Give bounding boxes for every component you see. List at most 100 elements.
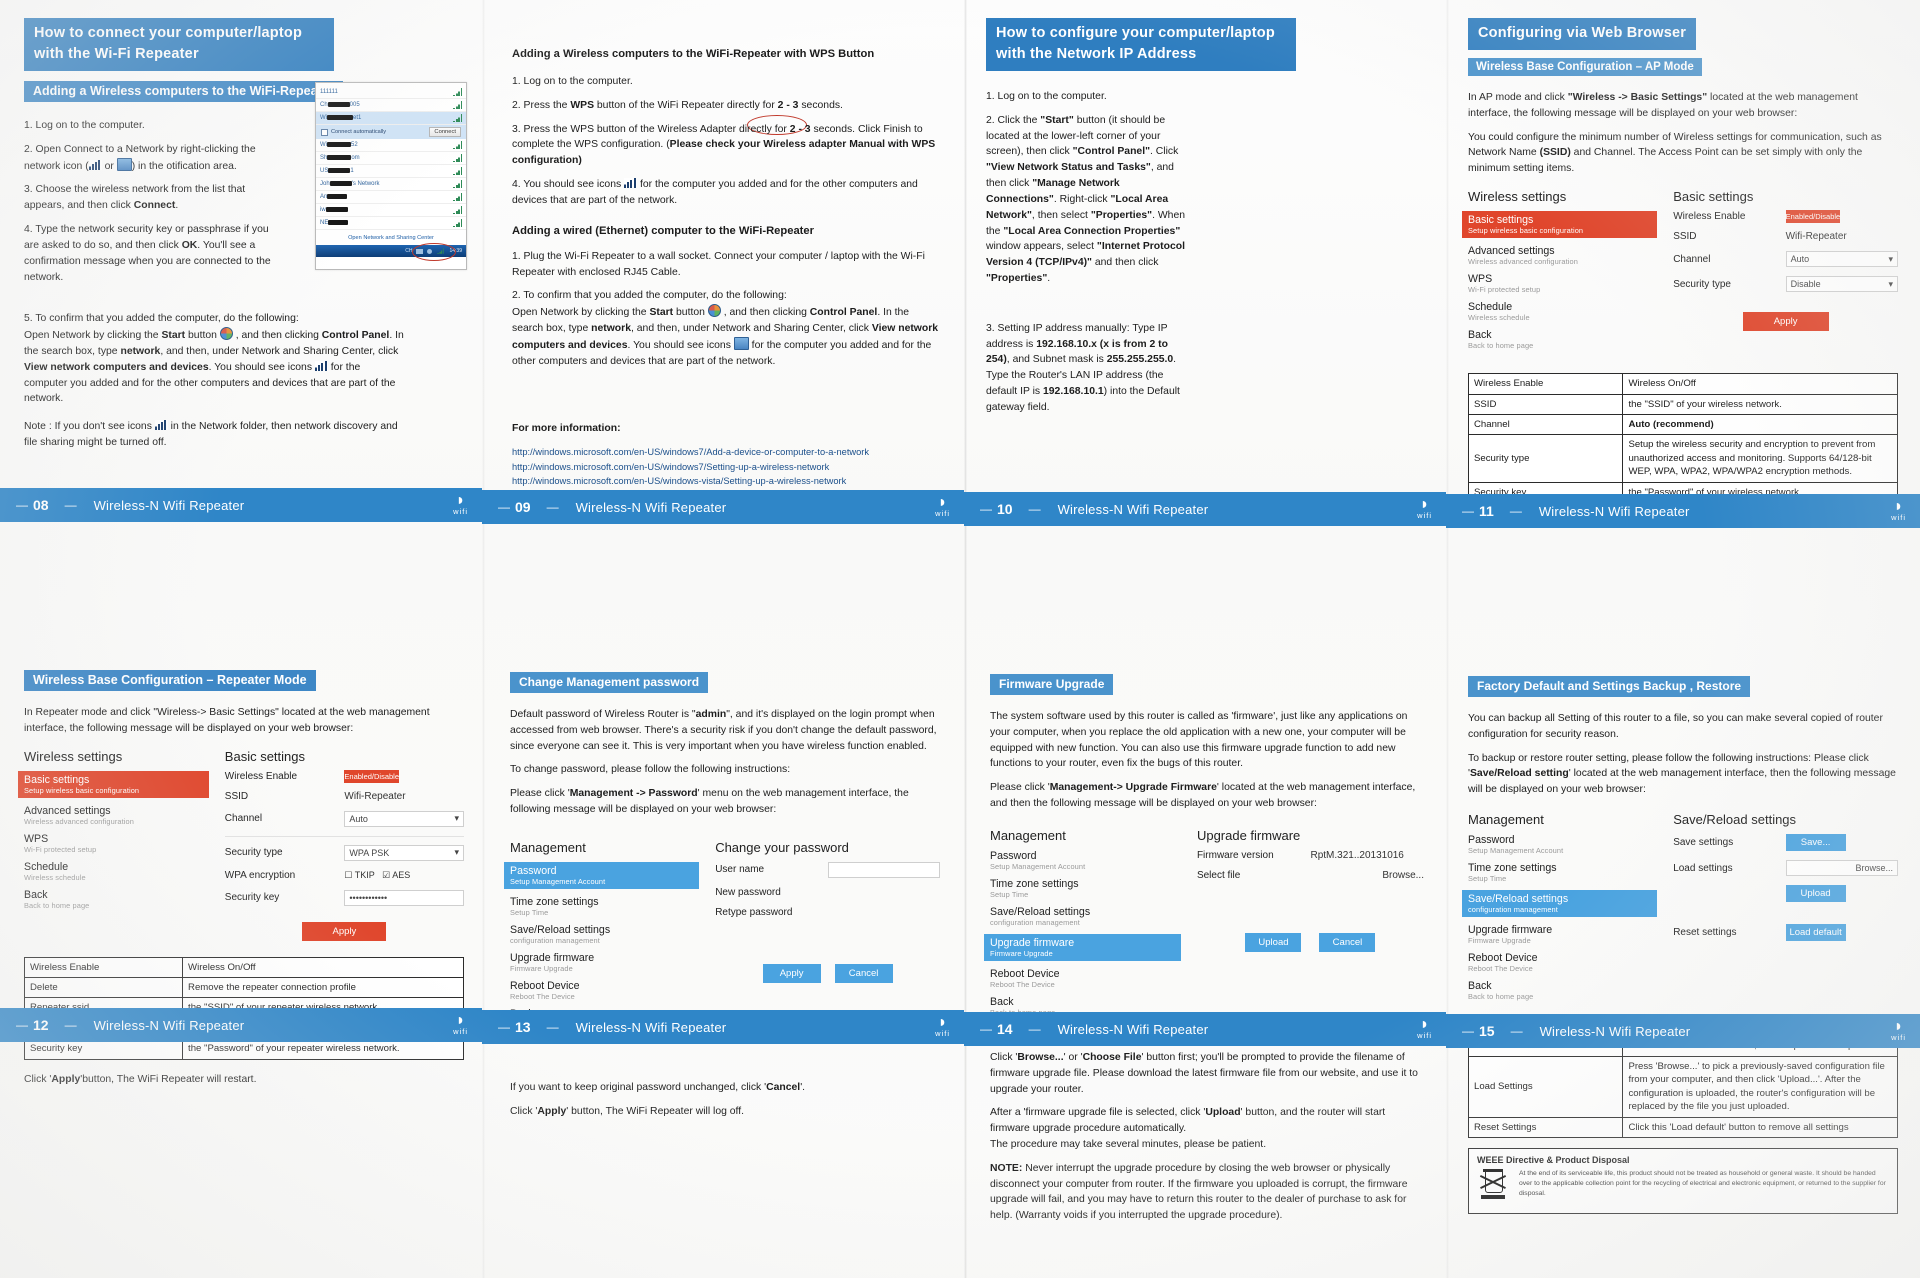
ssid-label: Wi 52 [320,141,358,149]
username-input[interactable] [827,861,940,878]
fw-closing-1: Click 'Browse...' or 'Choose File' butto… [990,1051,1418,1095]
list-item[interactable]: iw [316,204,466,217]
table-row: Channel Auto (recommend) [1467,413,1898,436]
apply-button[interactable]: Apply [1742,312,1829,332]
nav-item-save-reload[interactable]: Save/Reload settings configuration manag… [510,924,699,945]
footer-10: — 10 — Wireless-N Wifi Repeater ◗ wifi [964,492,1446,526]
nav-sublabel: Reboot The Device [1468,964,1533,974]
nav-item-basic-settings[interactable]: Basic settings Setup wireless basic conf… [18,770,209,798]
list-item[interactable]: US 1 [316,165,466,178]
nav-item-time-zone[interactable]: Time zone settings Setup Time [510,896,699,917]
connect-automatically-label: Connect automatically [331,129,387,135]
nav-item-reboot-device[interactable]: Reboot Device Reboot The Device [990,968,1181,989]
list-item[interactable]: NE [316,217,466,230]
browse-button[interactable]: Browse... [1310,870,1424,881]
nav-item-back[interactable]: Back Back to home page [1468,980,1657,1001]
ssid-label: US 1 [320,167,354,175]
footer-title: Wireless-N Wifi Repeater [575,499,727,515]
wpa-encryption-radios[interactable]: ☐ TKIP ☑ AES [344,870,464,881]
upload-button[interactable]: Upload [1785,885,1846,903]
step-4: 4. Type the network security key or pass… [24,224,271,283]
checkbox-icon[interactable] [321,128,328,136]
nav-item-upgrade-firmware[interactable]: Upgrade firmware Firmware Upgrade [1468,924,1657,945]
field-label: Security type [224,847,283,859]
nav-label: Back [990,995,1014,1008]
nav-item-schedule[interactable]: Schedule Wireless schedule [1468,301,1657,322]
table-row: SSID the "SSID" of your wireless network. [1467,393,1898,415]
nav-item-basic-settings[interactable]: Basic settings Setup wireless basic conf… [1462,211,1658,239]
ssid-input[interactable]: Wifi-Repeater [1786,231,1898,242]
nav-item-advanced-settings[interactable]: Advanced settings Wireless advanced conf… [24,805,209,826]
nav-item-password[interactable]: Password Setup Management Account [990,850,1181,871]
browse-button[interactable]: Browse... [1785,860,1898,877]
cancel-button[interactable]: Cancel [834,963,893,983]
link-add-device[interactable]: http://windows.microsoft.com/en-US/windo… [512,445,942,459]
list-item[interactable]: Wi 52 [316,139,466,152]
connect-automatically-row[interactable]: Connect automatically Connect [316,125,466,139]
upload-button[interactable]: Upload [1245,932,1302,952]
more-info-label: For more information: [512,423,621,435]
channel-select[interactable]: Auto ▾ [344,810,464,827]
security-type-select[interactable]: Disable ▾ [1785,276,1898,293]
save-button[interactable]: Save... [1785,834,1846,852]
dash: — [1462,504,1474,518]
nav-item-back[interactable]: Back Back to home page [1468,329,1657,350]
connect-button[interactable]: Connect [429,127,461,137]
nav-sublabel: Setup Management Account [1468,846,1564,856]
dash: — [1028,502,1041,516]
list-item[interactable]: 111111 [316,86,466,99]
security-type-select[interactable]: WPA PSK ▾ [344,844,464,861]
nav-item-save-reload[interactable]: Save/Reload settings configuration manag… [990,906,1181,927]
nav-item-wps[interactable]: WPS Wi-Fi protected setup [24,833,209,854]
list-item[interactable]: An [316,191,466,204]
nav-item-time-zone[interactable]: Time zone settings Setup Time [990,878,1181,899]
list-item-selected[interactable]: Wi et1 [316,112,466,125]
nav-item-password[interactable]: Password Setup Management Account [1468,834,1657,855]
nav-item-wps[interactable]: WPS Wi-Fi protected setup [1468,273,1657,294]
ip-step-1: 1. Log on to the computer. [986,91,1107,103]
apply-button[interactable]: Apply [302,921,387,941]
nav-item-advanced-settings[interactable]: Advanced settings Wireless advanced conf… [1468,245,1657,266]
wifi-wordmark: wifi [935,509,950,518]
nav-item-back[interactable]: Back Back to home page [24,889,209,910]
nav-item-time-zone[interactable]: Time zone settings Setup Time [1468,862,1657,883]
list-item[interactable]: Joh's Network [316,178,466,191]
list-item[interactable]: Sh om [316,152,466,165]
nav-item-schedule[interactable]: Schedule Wireless schedule [24,861,209,882]
wifi-logo: ◗ wifi [1417,1016,1432,1041]
link-setup-wireless-w7[interactable]: http://windows.microsoft.com/en-US/windo… [512,460,942,474]
nav-item-reboot-device[interactable]: Reboot Device Reboot The Device [1468,952,1657,973]
cancel-button[interactable]: Cancel [1319,932,1376,952]
apply-button[interactable]: Apply [762,963,821,983]
link-setup-wireless-vista[interactable]: http://windows.microsoft.com/en-US/windo… [512,474,942,488]
page-12: Wireless Base Configuration – Repeater M… [0,640,482,1278]
wifi-logo: ◗ wifi [1891,499,1906,523]
nav-label: Schedule [24,860,69,873]
signal-bars-icon [453,180,462,188]
ssid-input[interactable]: Wifi-Repeater [344,791,464,802]
nav-title: Management [1468,812,1544,828]
field-label: Load settings [1673,862,1733,874]
wireless-enable-toggle[interactable]: Enabled/Disable [1785,210,1841,224]
nav-item-password[interactable]: Password Setup Management Account [504,861,700,889]
field-username: User name [715,861,940,878]
nav-item-upgrade-firmware[interactable]: Upgrade firmware Firmware Upgrade [510,952,699,973]
security-key-input[interactable]: •••••••••••• [344,889,464,906]
nav-item-upgrade-firmware[interactable]: Upgrade firmware Firmware Upgrade [984,933,1181,961]
page-subtitle-13: Change Management password [510,672,709,693]
cell-value: Auto (recommend) [1622,413,1898,436]
load-default-button[interactable]: Load default [1785,924,1846,942]
wifi-icon: ◗ [1419,1016,1430,1033]
open-network-center-link[interactable]: Open Network and Sharing Center [316,230,466,245]
nav-item-reboot-device[interactable]: Reboot Device Reboot The Device [510,980,699,1001]
wireless-enable-toggle[interactable]: Enabled/Disable [344,769,400,783]
backup-paragraph-1: You can backup all Setting of this route… [1468,713,1883,740]
list-item[interactable]: Ch 005 [316,99,466,112]
footer-13: — 13 — Wireless-N Wifi Repeater ◗ wifi [482,1010,964,1044]
nav-item-save-reload[interactable]: Save/Reload settings configuration manag… [1462,890,1658,918]
footer-title: Wireless-N Wifi Repeater [575,1019,727,1035]
signal-bars-icon [453,219,462,227]
channel-select[interactable]: Auto ▾ [1785,251,1898,268]
form-title: Save/Reload settings [1673,812,1797,828]
page-11: Configuring via Web Browser Wireless Bas… [1446,0,1920,640]
